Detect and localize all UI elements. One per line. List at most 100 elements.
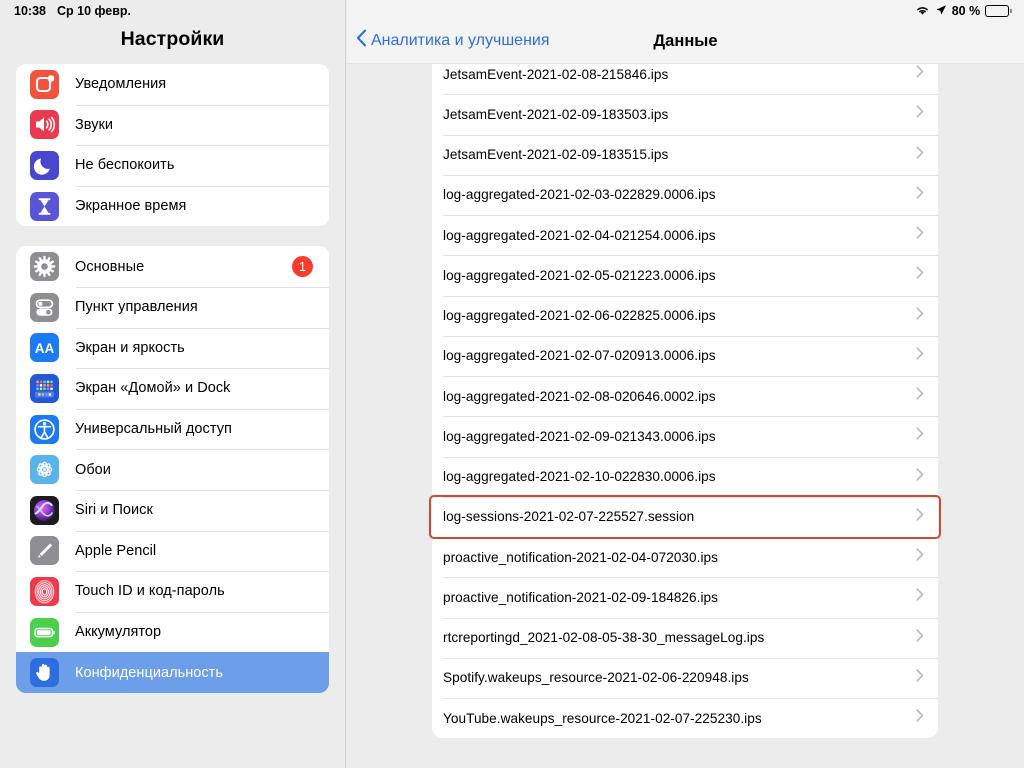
sidebar-item-battery-green[interactable]: Аккумулятор bbox=[16, 611, 329, 653]
analytics-file-name: log-aggregated-2021-02-06-022825.0006.ip… bbox=[443, 308, 716, 324]
sidebar-item-label: Основные bbox=[75, 258, 145, 275]
sidebar-item-label: Обои bbox=[75, 461, 111, 478]
chevron-right-icon bbox=[916, 266, 924, 284]
analytics-file-name: log-sessions-2021-02-07-225527.session bbox=[443, 509, 695, 525]
sidebar-item-pencil[interactable]: Apple Pencil bbox=[16, 530, 329, 572]
sidebar-group-1: Уведомления Звуки Не беспокоить Экранное… bbox=[16, 64, 329, 227]
chevron-right-icon bbox=[916, 226, 924, 244]
analytics-file-row[interactable]: rtcreportingd_2021-02-08-05-38-30_messag… bbox=[432, 617, 938, 658]
analytics-file-row[interactable]: YouTube.wakeups_resource-2021-02-07-2252… bbox=[432, 698, 938, 738]
accessibility-icon bbox=[30, 414, 59, 444]
analytics-file-row[interactable]: log-aggregated-2021-02-08-020646.0002.ip… bbox=[432, 376, 938, 416]
notifications-icon bbox=[30, 69, 59, 99]
chevron-right-icon bbox=[916, 105, 924, 123]
sidebar-item-notifications[interactable]: Уведомления bbox=[16, 64, 329, 105]
chevron-right-icon bbox=[916, 508, 924, 526]
analytics-file-row[interactable]: log-sessions-2021-02-07-225527.session bbox=[432, 496, 938, 537]
page-title: Настройки bbox=[120, 28, 225, 50]
sidebar-item-label: Звуки bbox=[75, 116, 114, 133]
analytics-data-scroll-view[interactable]: JetsamEvent-2021-02-08-215846.ips Jetsam… bbox=[347, 0, 1024, 768]
analytics-file-row[interactable]: log-aggregated-2021-02-07-020913.0006.ip… bbox=[432, 335, 938, 376]
sidebar-item-moon[interactable]: Не беспокоить bbox=[16, 145, 329, 186]
sounds-icon bbox=[30, 110, 59, 140]
analytics-file-row[interactable]: log-aggregated-2021-02-06-022825.0006.ip… bbox=[432, 295, 938, 336]
sidebar-item-accessibility[interactable]: Универсальный доступ bbox=[16, 408, 329, 450]
analytics-file-row[interactable]: log-aggregated-2021-02-05-021223.0006.ip… bbox=[432, 255, 938, 295]
analytics-file-name: log-aggregated-2021-02-04-021254.0006.ip… bbox=[443, 227, 716, 243]
status-time: 10:38 bbox=[14, 4, 46, 18]
chevron-right-icon bbox=[916, 306, 924, 325]
sidebar-item-label: Siri и Поиск bbox=[75, 502, 153, 519]
analytics-file-name: log-aggregated-2021-02-08-020646.0002.ip… bbox=[443, 388, 716, 404]
chevron-right-icon bbox=[916, 65, 924, 83]
wallpaper-icon bbox=[30, 455, 59, 485]
sidebar-item-home-dock[interactable]: Экран «Домой» и Dock bbox=[16, 368, 329, 409]
sidebar-item-hourglass[interactable]: Экранное время bbox=[16, 185, 329, 227]
hand-icon bbox=[30, 658, 59, 688]
chevron-right-icon bbox=[916, 427, 924, 445]
sidebar-item-label: Аккумулятор bbox=[75, 624, 162, 641]
location-arrow-icon bbox=[935, 4, 947, 19]
chevron-right-icon bbox=[916, 387, 924, 405]
sidebar-item-siri[interactable]: Siri и Поиск bbox=[16, 489, 329, 531]
chevron-right-icon bbox=[916, 467, 924, 486]
analytics-file-name: log-aggregated-2021-02-07-020913.0006.ip… bbox=[443, 348, 716, 364]
battery-green-icon bbox=[30, 617, 59, 647]
chevron-right-icon bbox=[916, 669, 924, 687]
hourglass-icon bbox=[30, 191, 59, 221]
sidebar-item-wallpaper[interactable]: Обои bbox=[16, 449, 329, 490]
sidebar-item-label: Экран «Домой» и Dock bbox=[75, 380, 231, 397]
sidebar-item-hand[interactable]: Конфиденциальность bbox=[16, 652, 329, 693]
moon-icon bbox=[30, 150, 59, 180]
sidebar-item-label: Touch ID и код-пароль bbox=[75, 583, 225, 600]
sidebar-item-label: Apple Pencil bbox=[75, 542, 157, 559]
gear-icon bbox=[30, 252, 59, 282]
analytics-file-name: proactive_notification-2021-02-04-072030… bbox=[443, 549, 719, 565]
analytics-file-name: JetsamEvent-2021-02-08-215846.ips bbox=[443, 66, 669, 82]
sidebar-item-label: Универсальный доступ bbox=[75, 421, 232, 438]
analytics-file-row[interactable]: log-aggregated-2021-02-09-021343.0006.ip… bbox=[432, 416, 938, 456]
sidebar-group-2: Основные 1 Пункт управления AA Экран и ярк… bbox=[16, 246, 329, 693]
analytics-file-name: rtcreportingd_2021-02-08-05-38-30_messag… bbox=[443, 630, 765, 646]
analytics-file-row[interactable]: log-aggregated-2021-02-03-022829.0006.ip… bbox=[432, 174, 938, 215]
analytics-file-row[interactable]: log-aggregated-2021-02-10-022830.0006.ip… bbox=[432, 456, 938, 497]
chevron-right-icon bbox=[916, 186, 924, 204]
detail-pane: JetsamEvent-2021-02-08-215846.ips Jetsam… bbox=[347, 0, 1024, 768]
sidebar-item-label: Не беспокоить bbox=[75, 157, 175, 174]
analytics-file-row[interactable]: proactive_notification-2021-02-04-072030… bbox=[432, 537, 938, 577]
analytics-file-name: YouTube.wakeups_resource-2021-02-07-2252… bbox=[443, 710, 762, 726]
analytics-file-row[interactable]: JetsamEvent-2021-02-09-183515.ips bbox=[432, 134, 938, 175]
aa-text-icon: AA bbox=[30, 333, 59, 363]
status-bar-left: 10:38 Ср 10 февр. bbox=[14, 4, 131, 18]
sidebar-item-label: Экран и яркость bbox=[75, 339, 185, 356]
chevron-right-icon bbox=[916, 709, 924, 727]
sidebar-item-gear[interactable]: Основные 1 bbox=[16, 246, 329, 287]
ipad-settings-screen: 10:38 Ср 10 февр. 80 % Настройки Уведомл… bbox=[0, 0, 1024, 768]
svg-text:AA: AA bbox=[35, 341, 55, 356]
chevron-right-icon bbox=[916, 628, 924, 647]
analytics-file-row[interactable]: JetsamEvent-2021-02-09-183503.ips bbox=[432, 94, 938, 134]
sidebar-item-label: Конфиденциальность bbox=[75, 664, 223, 681]
sidebar-groups: Уведомления Звуки Не беспокоить Экранное… bbox=[0, 64, 345, 693]
analytics-file-list: JetsamEvent-2021-02-08-215846.ips Jetsam… bbox=[432, 54, 938, 739]
analytics-file-row[interactable]: proactive_notification-2021-02-09-184826… bbox=[432, 577, 938, 617]
analytics-file-name: JetsamEvent-2021-02-09-183503.ips bbox=[443, 106, 669, 122]
wifi-icon bbox=[915, 4, 930, 19]
sidebar-item-aa-text[interactable]: AA Экран и яркость bbox=[16, 327, 329, 369]
analytics-file-name: proactive_notification-2021-02-09-184826… bbox=[443, 589, 719, 605]
chevron-right-icon bbox=[916, 145, 924, 164]
sidebar-item-label: Экранное время bbox=[75, 198, 187, 215]
analytics-file-name: JetsamEvent-2021-02-09-183515.ips bbox=[443, 147, 669, 163]
analytics-file-row[interactable]: Spotify.wakeups_resource-2021-02-06-2209… bbox=[432, 657, 938, 698]
sidebar-item-label: Пункт управления bbox=[75, 299, 198, 316]
fingerprint-icon bbox=[30, 576, 59, 606]
analytics-file-row[interactable]: log-aggregated-2021-02-04-021254.0006.ip… bbox=[432, 215, 938, 255]
siri-icon bbox=[30, 495, 59, 525]
chevron-right-icon bbox=[916, 548, 924, 566]
analytics-file-name: log-aggregated-2021-02-05-021223.0006.ip… bbox=[443, 267, 716, 283]
detail-title: Данные bbox=[653, 32, 718, 50]
sidebar-item-sounds[interactable]: Звуки bbox=[16, 104, 329, 146]
status-bar: 10:38 Ср 10 февр. 80 % bbox=[0, 0, 1024, 22]
sidebar-item-fingerprint[interactable]: Touch ID и код-пароль bbox=[16, 571, 329, 612]
sidebar-item-toggles[interactable]: Пункт управления bbox=[16, 286, 329, 328]
